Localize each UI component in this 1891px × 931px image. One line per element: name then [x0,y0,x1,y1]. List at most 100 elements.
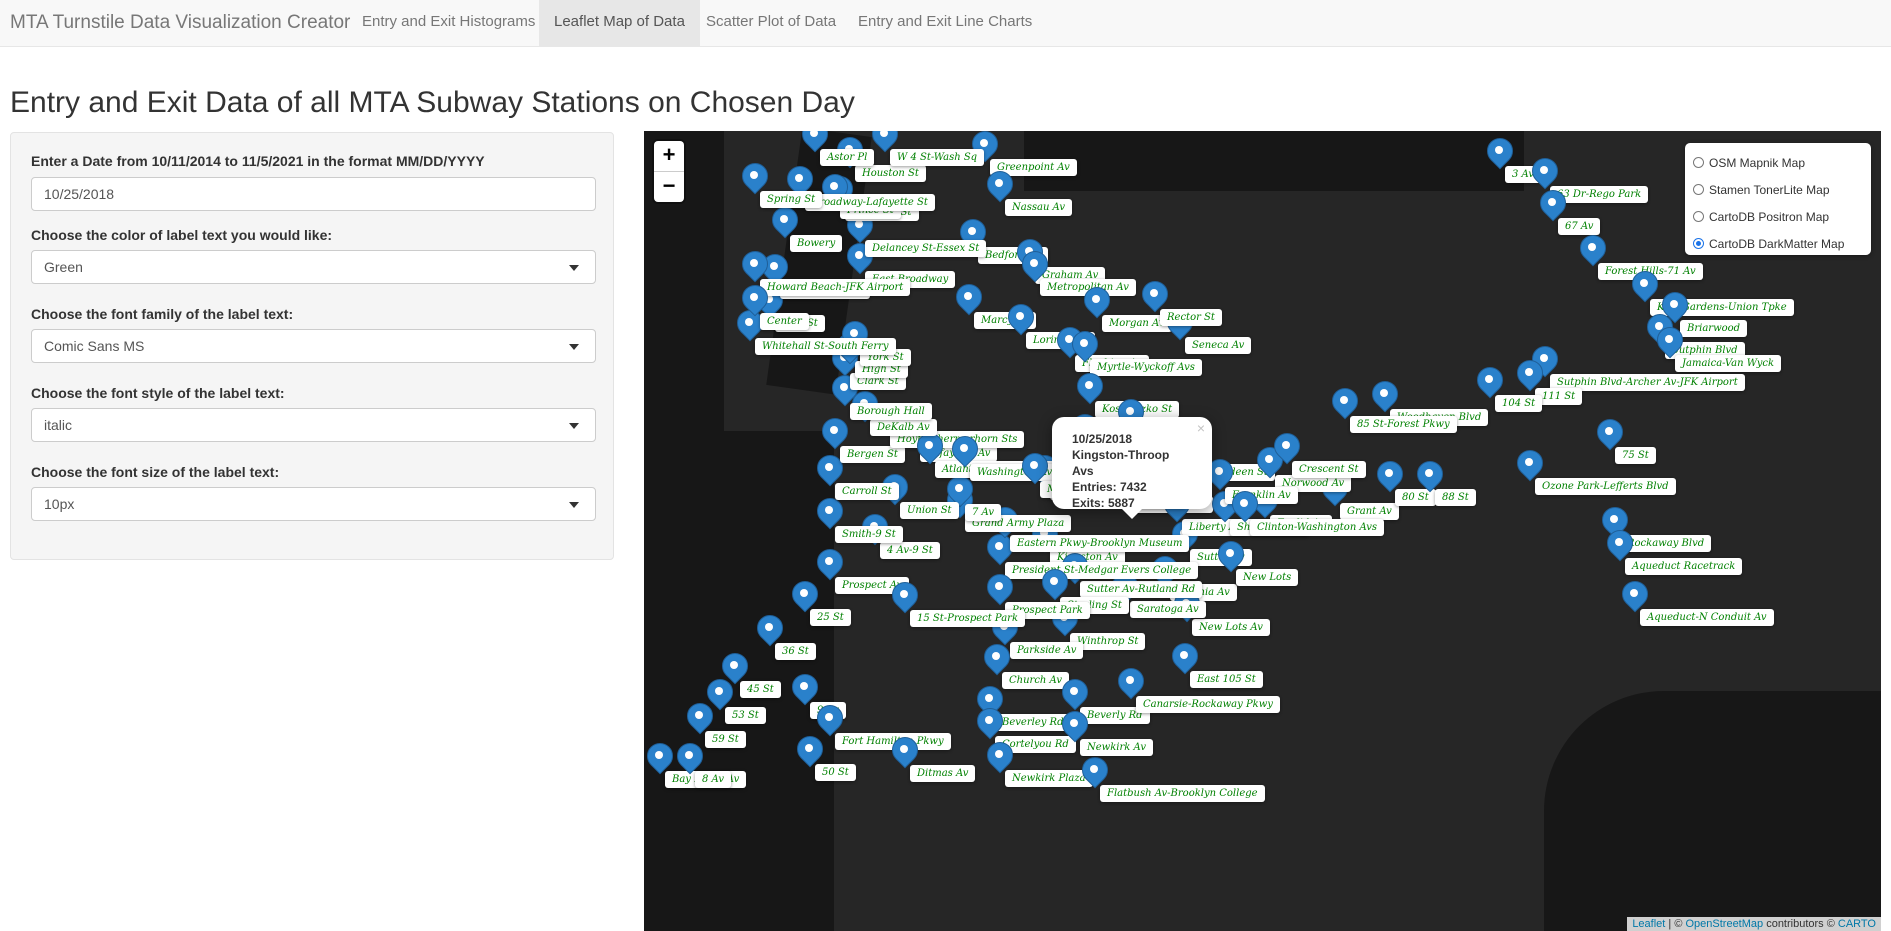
tab-line-charts[interactable]: Entry and Exit Line Charts [843,0,1047,46]
tab-histograms[interactable]: Entry and Exit Histograms [347,0,550,46]
station-label: Aqueduct-N Conduit Av [1640,609,1774,626]
station-label: 85 St-Forest Pkwy [1350,416,1457,433]
station-label: Seneca Av [1185,337,1252,354]
station-label: Aqueduct Racetrack [1625,558,1743,575]
layers-control: OSM Mapnik Map Stamen TonerLite Map Cart… [1685,143,1871,255]
chevron-down-icon [569,423,579,429]
font-style-label: Choose the font style of the label text: [31,385,285,401]
station-label: W 4 St-Wash Sq [890,149,985,166]
station-label: Myrtle-Wyckoff Avs [1090,359,1202,376]
river-water [644,131,724,931]
zoom-in-button[interactable]: + [654,141,684,172]
station-label: Bergen St [840,446,905,463]
leaflet-map[interactable]: Greenpoint Av Nassau Av Bedford Av Graham A… [644,131,1881,931]
station-label: 4 Av-9 St [880,542,940,559]
carto-link[interactable]: CARTO [1838,918,1876,930]
station-label: Union St [900,502,959,519]
station-label: Newkirk Av [1080,739,1153,756]
popup-station: Kingston-Throop Avs [1072,448,1170,478]
layer-label: OSM Mapnik Map [1709,155,1806,170]
font-family-label: Choose the font family of the label text… [31,306,294,322]
station-label: 111 St [1535,388,1583,405]
layer-osm-mapnik[interactable]: OSM Mapnik Map [1693,149,1863,176]
sidebar-panel: Enter a Date from 10/11/2014 to 11/5/202… [10,132,614,560]
osm-link[interactable]: OpenStreetMap [1685,918,1763,930]
station-label: Ozone Park-Lefferts Blvd [1535,478,1676,495]
attribution-sep: | © [1665,918,1686,930]
font-style-select[interactable]: italic [31,408,596,442]
station-label: Spring St [760,191,823,208]
radio-osm[interactable] [1693,157,1704,168]
color-select-value: Green [44,259,83,275]
bay-water [1024,131,1524,191]
station-label: 104 St [1495,395,1543,412]
station-label: Rector St [1160,309,1222,326]
tab-leaflet-map[interactable]: Leaflet Map of Data [539,0,700,46]
station-label: Houston St [855,165,926,182]
radio-positron[interactable] [1693,211,1704,222]
station-label: 75 St [1615,447,1656,464]
station-label: President St-Medgar Evers College [1005,562,1199,579]
radio-darkmatter[interactable] [1693,238,1704,249]
layer-cartodb-positron[interactable]: CartoDB Positron Map [1693,203,1863,230]
station-popup: × 10/25/2018 Kingston-Throop Avs Entries… [1052,417,1212,519]
station-label: DeKalb Av [870,419,937,436]
station-label: Astor Pl [820,149,875,166]
app-title[interactable]: MTA Turnstile Data Visualization Creator [10,12,350,34]
layer-stamen-tonerlite[interactable]: Stamen TonerLite Map [1693,176,1863,203]
station-label: 15 St-Prospect Park [910,610,1026,627]
map-attribution: Leaflet | © OpenStreetMap contributors ©… [1627,917,1881,931]
page-title: Entry and Exit Data of all MTA Subway St… [10,86,855,119]
station-label: Howard Beach-JFK Airport [760,279,911,296]
station-label: Canarsie-Rockaway Pkwy [1136,696,1280,713]
popup-date: 10/25/2018 [1072,432,1133,446]
station-label: Parkside Av [1010,642,1084,659]
station-label: Washington Avs [970,464,1065,481]
popup-entries: Entries: 7432 [1072,480,1147,494]
font-style-select-value: italic [44,417,73,433]
station-label: Smith-9 St [835,526,903,543]
station-label: New Lots [1236,569,1299,586]
station-label: 8 Av [695,771,732,788]
layer-cartodb-darkmatter[interactable]: CartoDB DarkMatter Map [1693,230,1863,257]
station-label: Newkirk Plaza [1005,770,1093,787]
zoom-out-button[interactable]: − [654,172,684,202]
station-label: Church Av [1002,672,1069,689]
station-label: Flatbush Av-Brooklyn College [1100,785,1265,802]
station-label: Borough Hall [850,403,932,420]
station-label: East 105 St [1190,671,1263,688]
station-label: Carroll St [835,483,899,500]
close-icon[interactable]: × [1197,420,1205,436]
station-label: 36 St [775,643,816,660]
layer-label: CartoDB Positron Map [1709,209,1830,224]
font-size-select[interactable]: 10px [31,487,596,521]
station-label: 7 Av [965,504,1002,521]
chevron-down-icon [569,502,579,508]
tab-scatter-plot[interactable]: Scatter Plot of Data [691,0,851,46]
radio-stamen[interactable] [1693,184,1704,195]
layer-label: Stamen TonerLite Map [1709,182,1830,197]
station-label: 59 St [705,731,746,748]
station-label: Nassau Av [1005,199,1073,216]
station-label: Delancey St-Essex St [865,240,987,257]
popup-tip [1122,509,1142,519]
date-input[interactable]: 10/25/2018 [31,177,596,211]
station-label: 50 St [815,764,856,781]
chevron-down-icon [569,344,579,350]
font-family-select[interactable]: Comic Sans MS [31,329,596,363]
color-select[interactable]: Green [31,250,596,284]
font-size-select-value: 10px [44,496,75,512]
navbar: MTA Turnstile Data Visualization Creator… [0,0,1891,47]
station-label: Grant Av [1340,503,1399,520]
station-label: Whitehall St-South Ferry [755,338,896,355]
layer-label: CartoDB DarkMatter Map [1709,236,1845,251]
chevron-down-icon [569,265,579,271]
station-label: Jamaica-Van Wyck [1675,355,1782,372]
station-label: Broadway-Lafayette St [805,194,935,211]
leaflet-link[interactable]: Leaflet [1632,918,1665,930]
station-label: Sutter Av-Rutland Rd [1080,581,1203,598]
zoom-control: + − [654,141,684,202]
station-label: Beverley Rd [995,714,1071,731]
station-label: 88 St [1435,489,1476,506]
station-label: Ditmas Av [910,765,976,782]
